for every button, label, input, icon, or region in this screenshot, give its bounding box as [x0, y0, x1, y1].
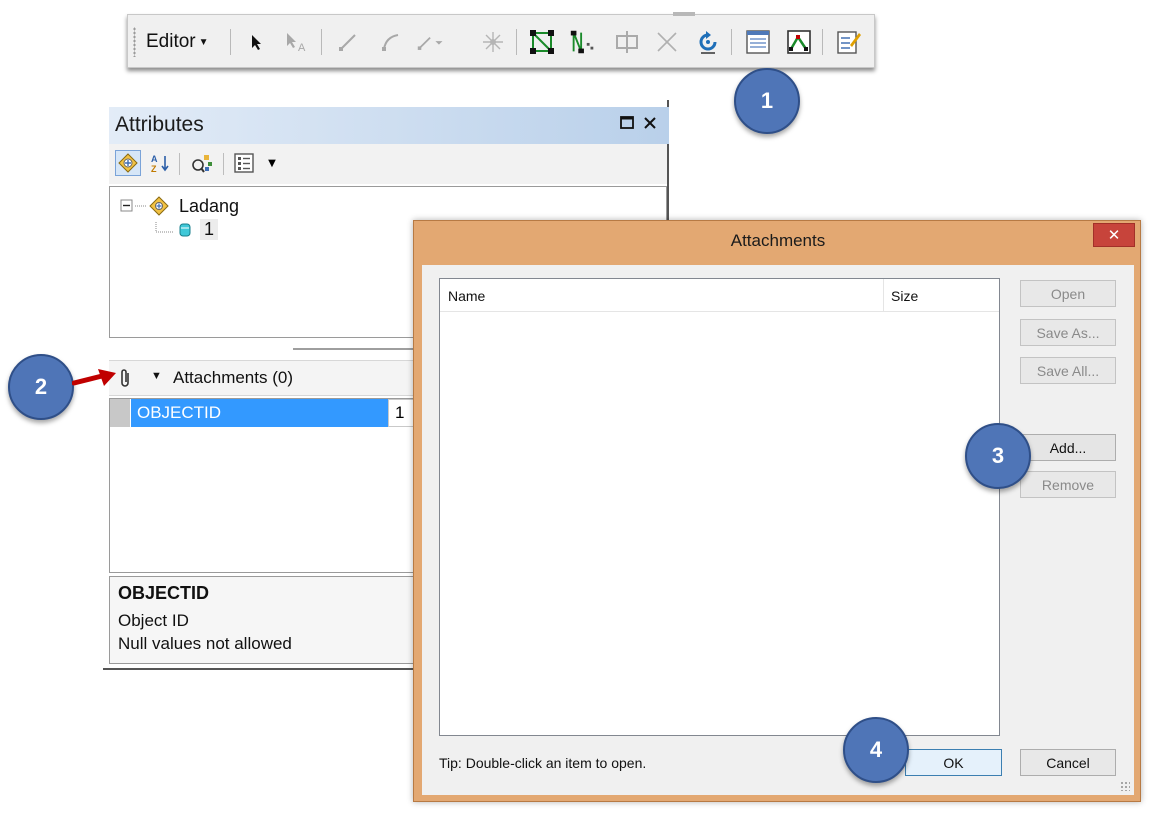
toolbar-separator	[223, 153, 224, 175]
field-description-line: Null values not allowed	[118, 634, 292, 653]
create-features-icon[interactable]	[834, 27, 864, 57]
attachments-dialog: Attachments ✕ Name Size Open Save As... …	[413, 220, 1141, 802]
feature-icon	[179, 223, 191, 236]
tree-feature-row[interactable]: 1	[154, 219, 219, 240]
editor-menu-button[interactable]: Editor ▼	[146, 29, 209, 55]
reshape-feature-icon[interactable]	[568, 27, 598, 57]
attachments-label: Attachments (0)	[173, 368, 293, 387]
edit-annotation-icon[interactable]: A	[282, 27, 312, 57]
cut-polygons-icon[interactable]	[612, 27, 642, 57]
paperclip-icon[interactable]	[119, 368, 133, 393]
point-icon[interactable]	[478, 27, 508, 57]
save-as-button[interactable]: Save As...	[1020, 319, 1116, 346]
svg-text:A: A	[151, 154, 158, 164]
chevron-down-icon[interactable]: ▼	[259, 150, 285, 176]
dialog-title: Attachments	[730, 231, 826, 250]
close-icon: ✕	[1107, 226, 1121, 244]
edit-vertices-icon[interactable]	[528, 27, 558, 57]
collapse-icon[interactable]	[120, 199, 134, 213]
ok-button[interactable]: OK	[905, 749, 1002, 776]
add-button[interactable]: Add...	[1020, 434, 1116, 461]
resize-grip[interactable]	[1120, 781, 1130, 791]
display-options-icon[interactable]	[231, 150, 257, 176]
toolbar-dock-nub	[673, 12, 695, 16]
straight-segment-icon[interactable]	[333, 27, 363, 57]
column-header-size[interactable]: Size	[891, 288, 918, 304]
identify-options-icon[interactable]	[189, 150, 215, 176]
svg-text:Z: Z	[151, 164, 157, 174]
tree-layer-row[interactable]: Ladang	[120, 195, 239, 217]
callout-3: 3	[965, 423, 1031, 489]
toolbar-separator	[179, 153, 180, 175]
attributes-icon[interactable]	[743, 27, 773, 57]
edit-tool-icon[interactable]	[242, 27, 272, 57]
save-all-button[interactable]: Save All...	[1020, 357, 1116, 384]
callout-4: 4	[843, 717, 909, 783]
tree-layer-label: Ladang	[179, 195, 240, 216]
maximize-icon[interactable]	[620, 116, 634, 134]
rotate-icon[interactable]	[693, 27, 723, 57]
tip-text: Tip: Double-click an item to open.	[439, 755, 647, 771]
toolbar-separator	[822, 29, 823, 55]
tree-feature-label: 1	[200, 219, 219, 240]
field-name-cell[interactable]: OBJECTID	[131, 399, 388, 427]
attributes-toolbar: AZ ▼	[109, 144, 667, 184]
attachments-list[interactable]: Name Size	[439, 278, 1000, 736]
field-description-heading: OBJECTID	[118, 583, 210, 603]
close-button[interactable]: ✕	[1093, 223, 1135, 247]
toolbar-grip[interactable]	[133, 27, 136, 57]
dialog-client: Name Size Open Save As... Save All... Ad…	[422, 265, 1134, 795]
editor-menu-label: Editor	[146, 31, 196, 52]
trace-icon[interactable]	[416, 27, 446, 57]
field-description-line: Object ID	[118, 611, 189, 630]
editor-toolbar: Editor ▼ A	[127, 12, 875, 68]
toolbar-separator	[321, 29, 322, 55]
sketch-properties-icon[interactable]	[784, 27, 814, 57]
row-selector[interactable]	[110, 399, 130, 427]
list-by-layer-icon[interactable]	[115, 150, 141, 176]
attributes-title-bar[interactable]: Attributes	[109, 107, 669, 144]
column-header-name[interactable]: Name	[448, 288, 485, 304]
chevron-down-icon: ▼	[198, 36, 209, 48]
cancel-button[interactable]: Cancel	[1020, 749, 1116, 776]
tree-connector	[135, 205, 147, 207]
split-icon[interactable]	[652, 27, 682, 57]
close-icon[interactable]	[643, 116, 657, 134]
svg-text:A: A	[298, 42, 306, 53]
toolbar-separator	[230, 29, 231, 55]
callout-2: 2	[8, 354, 74, 420]
layer-icon	[149, 196, 169, 216]
arrow-right-icon	[72, 369, 116, 386]
chevron-down-icon[interactable]: ▼	[151, 370, 162, 382]
open-button[interactable]: Open	[1020, 280, 1116, 307]
callout-1: 1	[734, 68, 800, 134]
toolbar-separator	[731, 29, 732, 55]
attributes-title: Attributes	[115, 113, 204, 136]
column-divider[interactable]	[883, 279, 884, 311]
toolbar-separator	[516, 29, 517, 55]
remove-button[interactable]: Remove	[1020, 471, 1116, 498]
list-header: Name Size	[440, 279, 999, 312]
sort-ascending-icon[interactable]: AZ	[147, 150, 173, 176]
end-point-arc-icon[interactable]	[376, 27, 406, 57]
tree-connector	[155, 221, 174, 232]
